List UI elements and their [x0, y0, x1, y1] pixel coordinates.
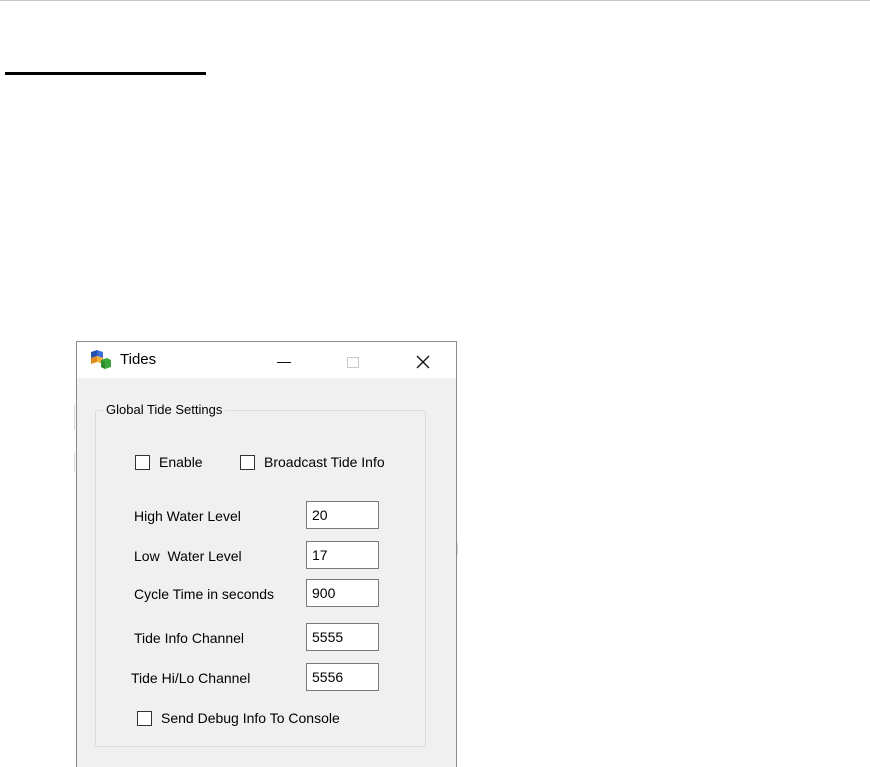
send-debug-info-checkbox[interactable]: Send Debug Info To Console: [137, 710, 340, 726]
debug-label: Send Debug Info To Console: [161, 710, 340, 726]
tide-info-channel-label: Tide Info Channel: [134, 630, 244, 646]
group-title: Global Tide Settings: [103, 402, 226, 417]
tide-hilo-channel-label: Tide Hi/Lo Channel: [131, 670, 251, 686]
background-mark: [74, 404, 75, 430]
low-water-level-input[interactable]: [306, 541, 379, 569]
close-button[interactable]: [400, 342, 446, 378]
broadcast-tide-info-checkbox[interactable]: Broadcast Tide Info: [240, 454, 385, 470]
close-icon: [416, 355, 430, 369]
tide-info-channel-input[interactable]: [306, 623, 379, 651]
background-mark: [457, 543, 458, 555]
heading-underline: [5, 72, 206, 75]
enable-checkbox[interactable]: Enable: [135, 454, 203, 470]
maximize-button[interactable]: [330, 342, 376, 378]
checkbox-box[interactable]: [240, 454, 255, 470]
broadcast-label: Broadcast Tide Info: [264, 454, 385, 470]
minimize-icon: [277, 361, 291, 363]
app-cubes-icon: [91, 350, 111, 369]
maximize-icon: [347, 356, 359, 368]
enable-label: Enable: [159, 454, 203, 470]
high-water-level-input[interactable]: [306, 501, 379, 529]
checkbox-box[interactable]: [137, 710, 152, 726]
checkbox-box[interactable]: [135, 454, 150, 470]
low-water-level-label: Low Water Level: [134, 548, 242, 564]
background-mark: [74, 452, 75, 472]
top-divider: [0, 0, 870, 1]
high-water-level-label: High Water Level: [134, 508, 241, 524]
title-bar[interactable]: Tides: [77, 342, 456, 378]
tide-hilo-channel-input[interactable]: [306, 663, 379, 691]
cycle-time-input[interactable]: [306, 579, 379, 607]
minimize-button[interactable]: [261, 342, 307, 378]
cycle-time-label: Cycle Time in seconds: [134, 586, 275, 602]
page: Tides Global Tide Settings Enable Broadc…: [0, 0, 870, 767]
window-title: Tides: [120, 351, 157, 368]
tides-window: Tides Global Tide Settings Enable Broadc…: [76, 341, 457, 767]
